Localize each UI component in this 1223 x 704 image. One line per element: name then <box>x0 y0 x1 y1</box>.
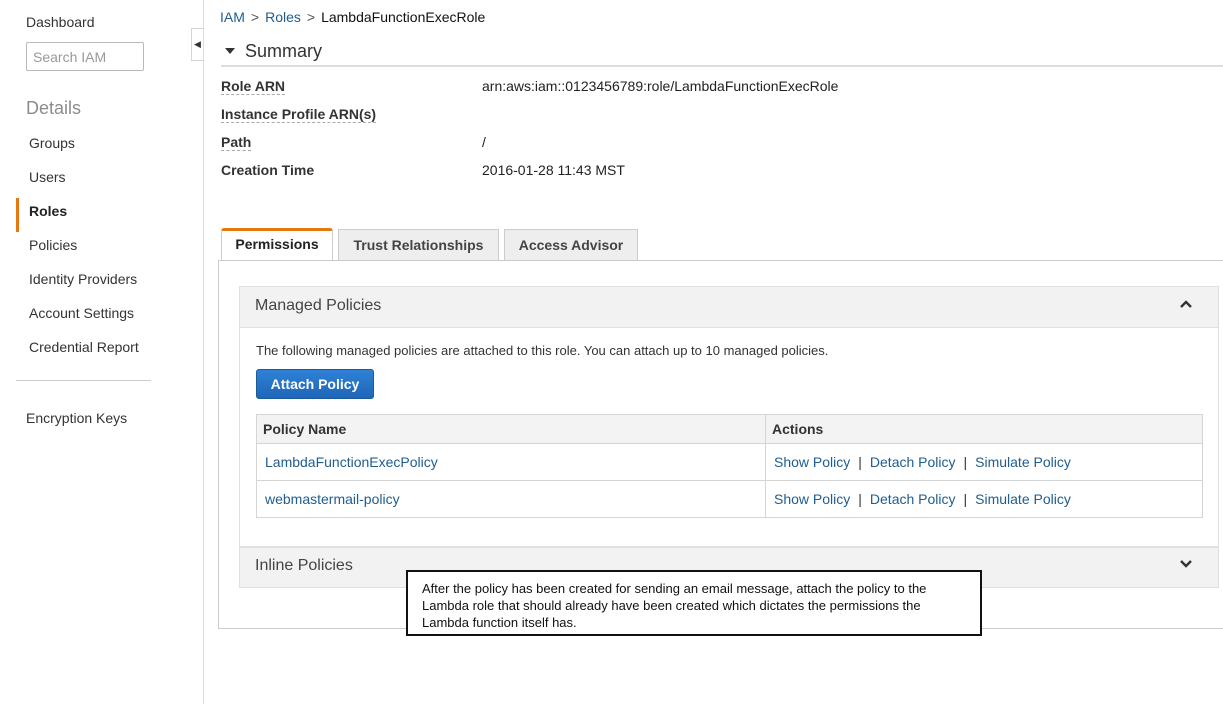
table-row: LambdaFunctionExecPolicy Show Policy | Det… <box>256 443 1203 481</box>
managed-policies-description: The following managed policies are attac… <box>256 343 829 358</box>
breadcrumb-separator: > <box>306 9 316 25</box>
sidebar-item-groups[interactable]: Groups <box>16 130 203 164</box>
field-label: Instance Profile ARN(s) <box>221 106 377 123</box>
sidebar-nav: Groups Users Roles Policies Identity Pro… <box>16 130 203 368</box>
sidebar: Dashboard Details Groups Users Roles Pol… <box>0 0 204 704</box>
caret-left-icon: ◀ <box>194 39 201 49</box>
sidebar-collapse-toggle[interactable]: ◀ <box>191 28 203 61</box>
inline-policies-title: Inline Policies <box>255 557 353 574</box>
table-row: webmastermail-policy Show Policy | Detach … <box>256 480 1203 518</box>
tab-access-advisor[interactable]: Access Advisor <box>504 229 638 260</box>
chevron-down-icon[interactable] <box>1179 557 1193 571</box>
simulate-policy-link[interactable]: Simulate Policy <box>975 454 1071 470</box>
chevron-up-icon[interactable] <box>1179 297 1193 311</box>
policy-name-cell: LambdaFunctionExecPolicy <box>256 443 766 481</box>
breadcrumb-iam[interactable]: IAM <box>220 9 245 25</box>
breadcrumb-separator: > <box>250 9 260 25</box>
column-header-policy-name[interactable]: Policy Name <box>256 414 766 444</box>
managed-policies-section: Managed Policies The following managed p… <box>239 286 1219 547</box>
field-label: Path <box>221 134 252 151</box>
sidebar-dashboard-link[interactable]: Dashboard <box>26 14 95 30</box>
field-value: arn:aws:iam::0123456789:role/LambdaFunct… <box>482 78 839 94</box>
sidebar-item-encryption-keys[interactable]: Encryption Keys <box>26 410 127 426</box>
policy-name-link[interactable]: webmastermail-policy <box>265 491 400 507</box>
summary-title: Summary <box>245 41 323 61</box>
field-value: 2016-01-28 11:43 MST <box>482 162 625 178</box>
caret-down-icon <box>225 48 235 54</box>
tab-permissions[interactable]: Permissions <box>221 228 333 261</box>
summary-header[interactable]: Summary <box>221 41 1223 67</box>
sidebar-item-users[interactable]: Users <box>16 164 203 198</box>
policy-name-link[interactable]: LambdaFunctionExecPolicy <box>265 454 438 470</box>
field-label: Creation Time <box>221 162 315 178</box>
action-separator: | <box>858 491 862 507</box>
detach-policy-link[interactable]: Detach Policy <box>870 454 956 470</box>
action-separator: | <box>963 491 968 507</box>
field-value: / <box>482 134 486 150</box>
breadcrumb-current: LambdaFunctionExecRole <box>321 9 486 25</box>
breadcrumb: IAM > Roles > LambdaFunctionExecRole <box>220 9 485 25</box>
sidebar-item-account-settings[interactable]: Account Settings <box>16 300 203 334</box>
actions-cell: Show Policy | Detach Policy | Simulate Polic… <box>765 480 1203 518</box>
managed-policies-header[interactable]: Managed Policies <box>240 287 1218 328</box>
action-separator: | <box>963 454 968 470</box>
policies-table: Policy Name Actions LambdaFunctionExecPo… <box>256 414 1203 518</box>
sidebar-item-roles[interactable]: Roles <box>16 198 203 232</box>
sidebar-item-policies[interactable]: Policies <box>16 232 203 266</box>
simulate-policy-link[interactable]: Simulate Policy <box>975 491 1071 507</box>
tab-trust-relationships[interactable]: Trust Relationships <box>338 229 499 260</box>
sidebar-item-credential-report[interactable]: Credential Report <box>16 334 203 368</box>
annotation-callout: After the policy has been created for se… <box>406 570 982 636</box>
sidebar-item-identity-providers[interactable]: Identity Providers <box>16 266 203 300</box>
detach-policy-link[interactable]: Detach Policy <box>870 491 956 507</box>
table-header-row: Policy Name Actions <box>256 414 1203 444</box>
attach-policy-button[interactable]: Attach Policy <box>256 369 374 399</box>
show-policy-link[interactable]: Show Policy <box>774 491 850 507</box>
managed-policies-title: Managed Policies <box>255 297 382 314</box>
sidebar-divider <box>16 380 151 381</box>
show-policy-link[interactable]: Show Policy <box>774 454 850 470</box>
policy-name-cell: webmastermail-policy <box>256 480 766 518</box>
field-label: Role ARN <box>221 78 286 95</box>
breadcrumb-roles[interactable]: Roles <box>265 9 301 25</box>
actions-cell: Show Policy | Detach Policy | Simulate Polic… <box>765 443 1203 481</box>
details-heading: Details <box>26 98 82 118</box>
column-header-actions: Actions <box>765 414 1203 444</box>
action-separator: | <box>858 454 862 470</box>
search-input[interactable] <box>26 42 144 71</box>
